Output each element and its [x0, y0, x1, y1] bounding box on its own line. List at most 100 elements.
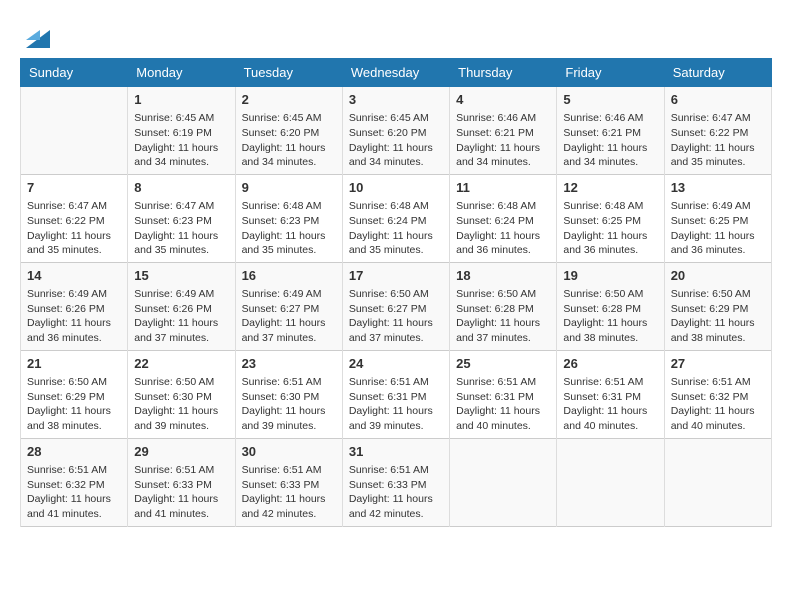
day-number: 16 — [242, 267, 336, 285]
day-info-line: Sunset: 6:33 PM — [242, 478, 336, 493]
day-info-line: Sunset: 6:28 PM — [456, 302, 550, 317]
header-tuesday: Tuesday — [235, 59, 342, 87]
day-info-line: and 34 minutes. — [563, 155, 657, 170]
day-info-line: Daylight: 11 hours — [134, 141, 228, 156]
day-number: 2 — [242, 91, 336, 109]
day-info-line: Sunrise: 6:47 AM — [671, 111, 765, 126]
day-info-line: Sunset: 6:23 PM — [134, 214, 228, 229]
day-number: 19 — [563, 267, 657, 285]
calendar-week-row: 21Sunrise: 6:50 AMSunset: 6:29 PMDayligh… — [21, 350, 772, 438]
day-number: 18 — [456, 267, 550, 285]
day-info-line: Sunset: 6:27 PM — [349, 302, 443, 317]
day-info-line: Daylight: 11 hours — [27, 404, 121, 419]
calendar-cell: 17Sunrise: 6:50 AMSunset: 6:27 PMDayligh… — [342, 262, 449, 350]
calendar-cell: 14Sunrise: 6:49 AMSunset: 6:26 PMDayligh… — [21, 262, 128, 350]
day-info-line: Sunrise: 6:51 AM — [349, 463, 443, 478]
day-info-line: Sunrise: 6:51 AM — [27, 463, 121, 478]
day-number: 26 — [563, 355, 657, 373]
day-info-line: and 35 minutes. — [242, 243, 336, 258]
day-info-line: and 42 minutes. — [349, 507, 443, 522]
header-thursday: Thursday — [450, 59, 557, 87]
day-info-line: Daylight: 11 hours — [349, 492, 443, 507]
day-info-line: Daylight: 11 hours — [563, 141, 657, 156]
day-number: 28 — [27, 443, 121, 461]
day-info-line: Daylight: 11 hours — [242, 316, 336, 331]
day-info-line: and 40 minutes. — [563, 419, 657, 434]
day-info-line: Sunset: 6:20 PM — [349, 126, 443, 141]
calendar-week-row: 1Sunrise: 6:45 AMSunset: 6:19 PMDaylight… — [21, 87, 772, 175]
day-info-line: Daylight: 11 hours — [242, 141, 336, 156]
day-info-line: Sunrise: 6:48 AM — [456, 199, 550, 214]
day-info-line: Sunset: 6:32 PM — [671, 390, 765, 405]
calendar-cell: 1Sunrise: 6:45 AMSunset: 6:19 PMDaylight… — [128, 87, 235, 175]
day-info-line: Sunset: 6:30 PM — [242, 390, 336, 405]
day-info-line: Sunrise: 6:47 AM — [134, 199, 228, 214]
calendar-cell: 25Sunrise: 6:51 AMSunset: 6:31 PMDayligh… — [450, 350, 557, 438]
day-info-line: Sunrise: 6:46 AM — [563, 111, 657, 126]
day-number: 22 — [134, 355, 228, 373]
logo-icon — [26, 20, 50, 48]
day-info-line: Sunset: 6:19 PM — [134, 126, 228, 141]
day-info-line: Sunset: 6:31 PM — [456, 390, 550, 405]
day-info-line: Sunrise: 6:49 AM — [27, 287, 121, 302]
calendar-cell: 15Sunrise: 6:49 AMSunset: 6:26 PMDayligh… — [128, 262, 235, 350]
day-info-line: Sunrise: 6:51 AM — [563, 375, 657, 390]
header-sunday: Sunday — [21, 59, 128, 87]
calendar-cell: 16Sunrise: 6:49 AMSunset: 6:27 PMDayligh… — [235, 262, 342, 350]
calendar-cell — [664, 438, 771, 526]
day-info-line: Sunrise: 6:51 AM — [671, 375, 765, 390]
day-info-line: Sunrise: 6:48 AM — [242, 199, 336, 214]
day-info-line: Sunrise: 6:51 AM — [349, 375, 443, 390]
day-info-line: and 39 minutes. — [134, 419, 228, 434]
day-info-line: Sunset: 6:22 PM — [671, 126, 765, 141]
day-info-line: Daylight: 11 hours — [456, 316, 550, 331]
day-info-line: Sunrise: 6:49 AM — [242, 287, 336, 302]
day-info-line: and 42 minutes. — [242, 507, 336, 522]
calendar-cell: 3Sunrise: 6:45 AMSunset: 6:20 PMDaylight… — [342, 87, 449, 175]
day-info-line: and 40 minutes. — [671, 419, 765, 434]
day-number: 7 — [27, 179, 121, 197]
day-info-line: and 37 minutes. — [134, 331, 228, 346]
day-info-line: Sunrise: 6:49 AM — [134, 287, 228, 302]
day-info-line: Daylight: 11 hours — [671, 316, 765, 331]
calendar-cell: 23Sunrise: 6:51 AMSunset: 6:30 PMDayligh… — [235, 350, 342, 438]
calendar-cell: 10Sunrise: 6:48 AMSunset: 6:24 PMDayligh… — [342, 174, 449, 262]
day-info-line: Sunset: 6:23 PM — [242, 214, 336, 229]
day-info-line: and 38 minutes. — [563, 331, 657, 346]
day-info-line: Sunrise: 6:51 AM — [456, 375, 550, 390]
day-info-line: Sunrise: 6:48 AM — [349, 199, 443, 214]
calendar-cell: 20Sunrise: 6:50 AMSunset: 6:29 PMDayligh… — [664, 262, 771, 350]
day-info-line: Daylight: 11 hours — [242, 229, 336, 244]
day-info-line: Daylight: 11 hours — [671, 404, 765, 419]
day-number: 15 — [134, 267, 228, 285]
day-info-line: Sunset: 6:26 PM — [27, 302, 121, 317]
day-info-line: Sunrise: 6:50 AM — [456, 287, 550, 302]
day-info-line: and 37 minutes. — [242, 331, 336, 346]
day-info-line: Daylight: 11 hours — [27, 316, 121, 331]
day-info-line: and 36 minutes. — [27, 331, 121, 346]
day-number: 9 — [242, 179, 336, 197]
day-number: 13 — [671, 179, 765, 197]
day-info-line: Sunrise: 6:50 AM — [671, 287, 765, 302]
calendar-cell: 13Sunrise: 6:49 AMSunset: 6:25 PMDayligh… — [664, 174, 771, 262]
day-number: 10 — [349, 179, 443, 197]
day-info-line: Sunrise: 6:50 AM — [563, 287, 657, 302]
day-info-line: Daylight: 11 hours — [134, 316, 228, 331]
day-info-line: Daylight: 11 hours — [242, 492, 336, 507]
day-number: 12 — [563, 179, 657, 197]
day-number: 5 — [563, 91, 657, 109]
day-info-line: Daylight: 11 hours — [456, 404, 550, 419]
day-info-line: Daylight: 11 hours — [456, 229, 550, 244]
day-info-line: Sunset: 6:24 PM — [349, 214, 443, 229]
day-info-line: and 34 minutes. — [349, 155, 443, 170]
calendar-cell: 7Sunrise: 6:47 AMSunset: 6:22 PMDaylight… — [21, 174, 128, 262]
day-info-line: Daylight: 11 hours — [671, 141, 765, 156]
day-info-line: Sunset: 6:20 PM — [242, 126, 336, 141]
day-number: 31 — [349, 443, 443, 461]
day-number: 20 — [671, 267, 765, 285]
day-info-line: Daylight: 11 hours — [349, 141, 443, 156]
calendar-cell: 19Sunrise: 6:50 AMSunset: 6:28 PMDayligh… — [557, 262, 664, 350]
day-info-line: Daylight: 11 hours — [27, 492, 121, 507]
calendar-week-row: 14Sunrise: 6:49 AMSunset: 6:26 PMDayligh… — [21, 262, 772, 350]
day-info-line: and 39 minutes. — [242, 419, 336, 434]
